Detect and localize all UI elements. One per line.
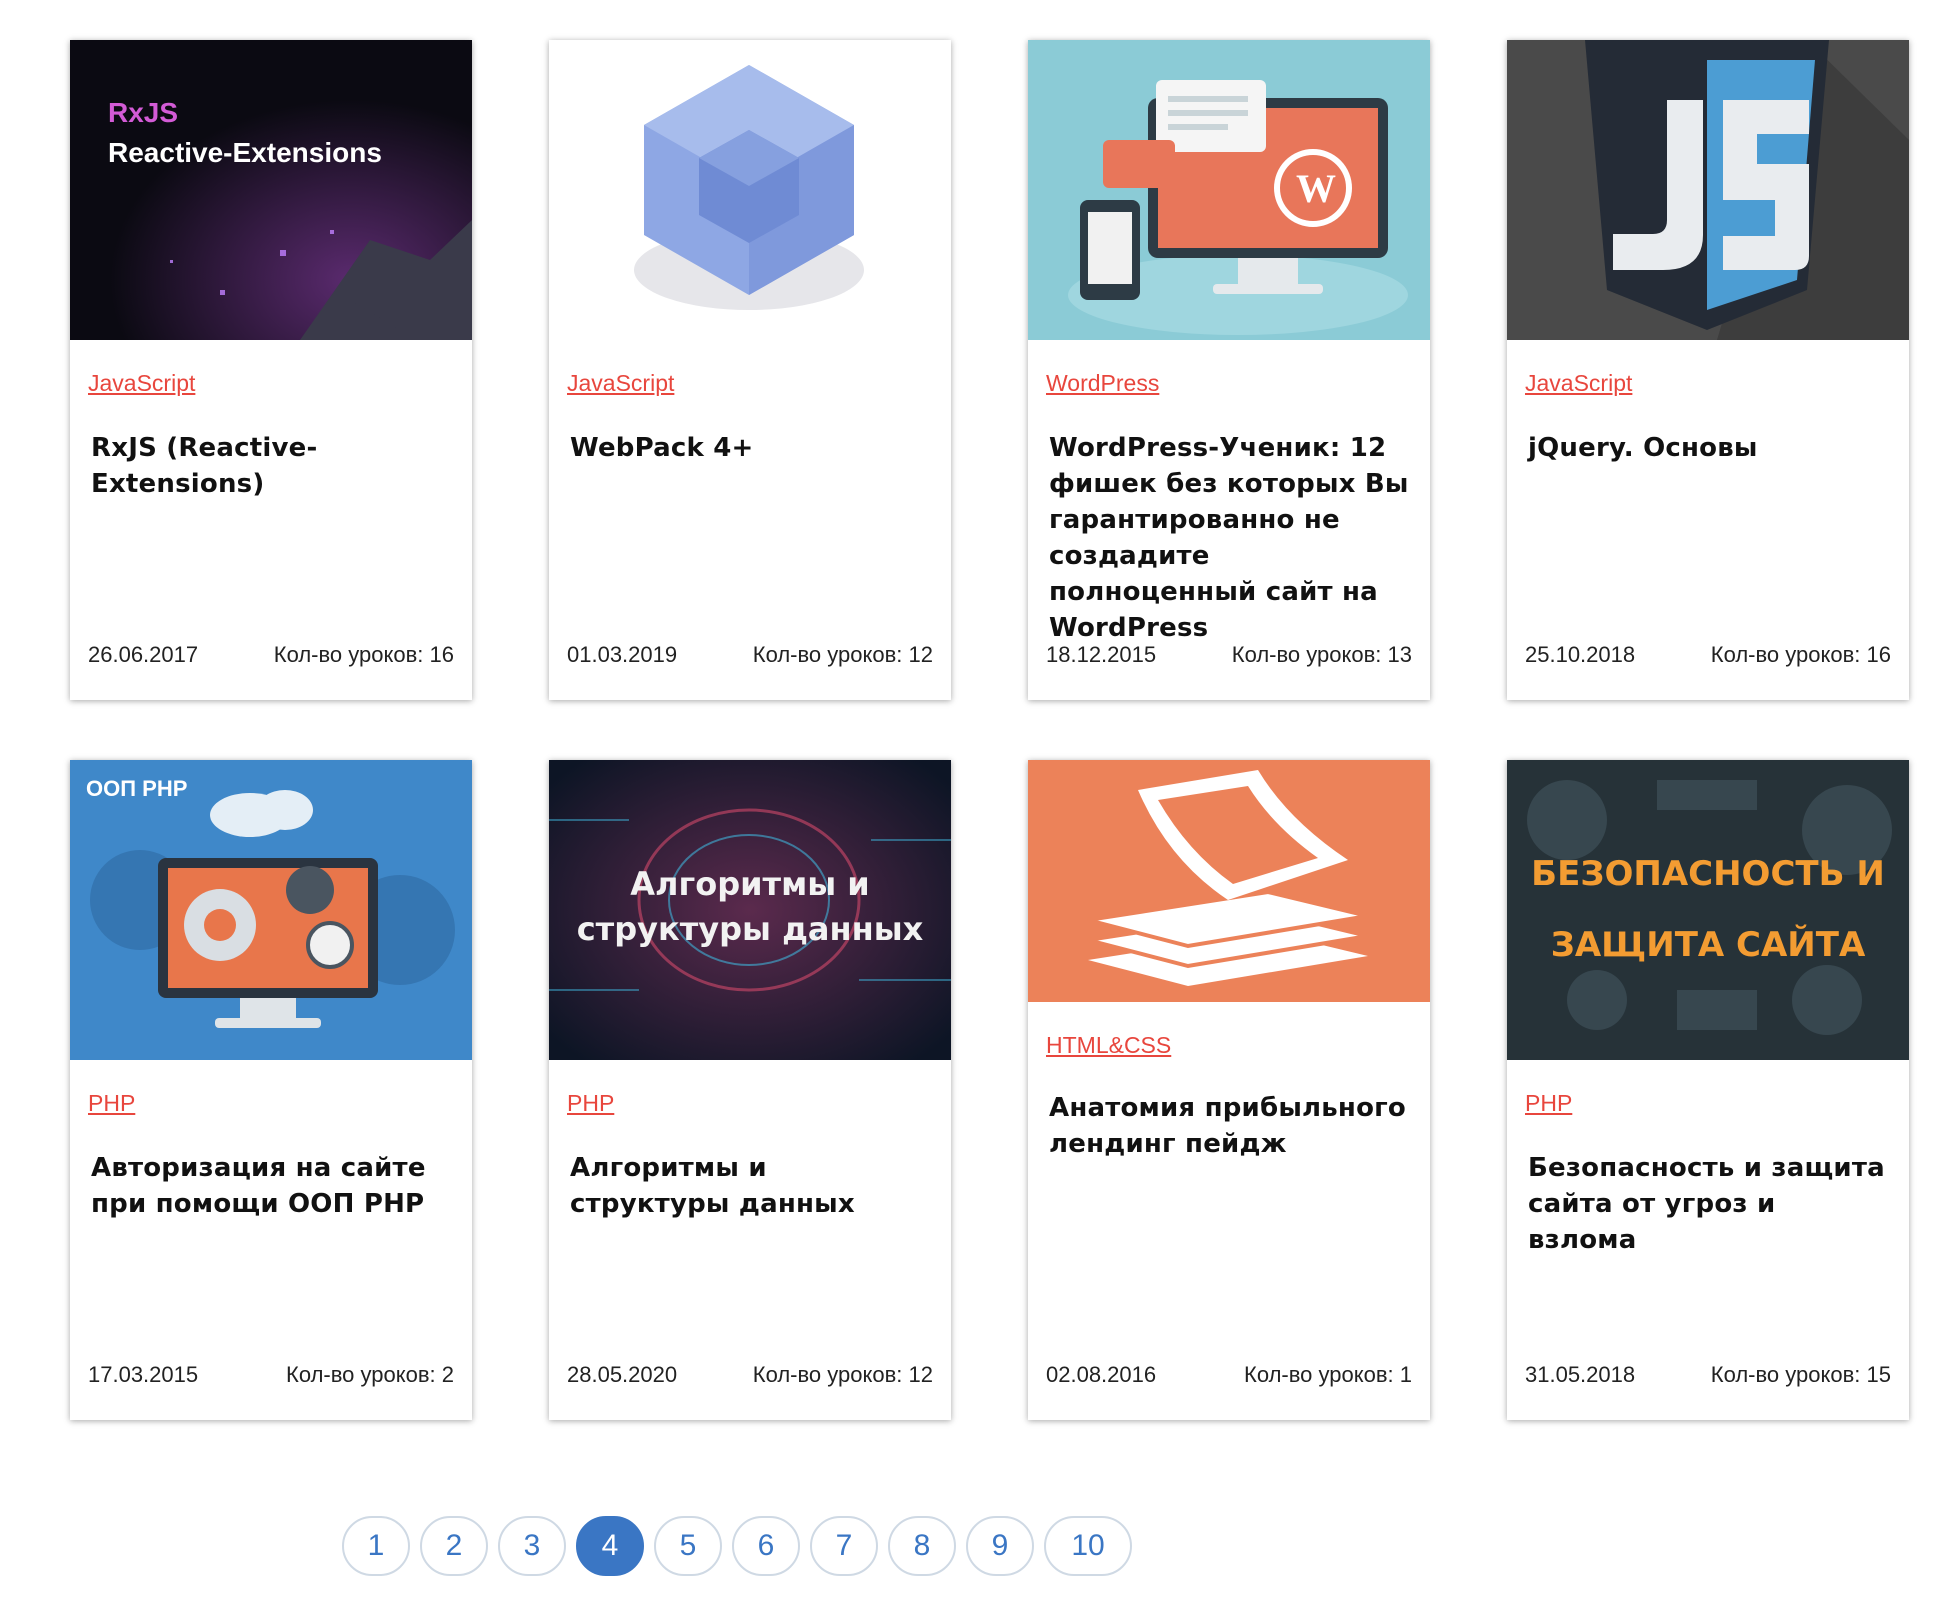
course-date: 26.06.2017 [88,642,199,667]
course-card[interactable]: HTML&CSS Анатомия прибыльного лендинг пе… [1028,760,1430,1420]
page-8-button[interactable]: 8 [888,1516,956,1576]
course-card[interactable]: W WordPress WordPress-Ученик: 12 фишек б… [1028,40,1430,700]
rxjs-cover-image: RxJS Reactive-Extensions [70,40,472,340]
page-3-button[interactable]: 3 [498,1516,566,1576]
course-thumbnail[interactable] [549,40,951,340]
course-title[interactable]: Авторизация на сайте при помощи ООП PHP [91,1150,456,1222]
course-date: 17.03.2015 [88,1362,199,1387]
course-thumbnail[interactable]: ООП PHP [70,760,472,1060]
category-link[interactable]: JavaScript [567,370,674,397]
lesson-count: Кол-во уроков: 15 [1710,1362,1891,1387]
course-date: 28.05.2020 [567,1362,678,1387]
course-title[interactable]: WebPack 4+ [570,430,935,466]
page-6-button[interactable]: 6 [732,1516,800,1576]
category-link[interactable]: JavaScript [1525,370,1632,397]
course-card[interactable]: ООП PHP PHP Авторизация на сайте при пом… [70,760,472,1420]
course-title[interactable]: Безопасность и защита сайта от угроз и в… [1528,1150,1893,1258]
lesson-count: Кол-во уроков: 2 [286,1362,454,1387]
cover-text: RxJS [108,97,178,128]
course-thumbnail[interactable]: RxJS Reactive-Extensions [70,40,472,340]
course-title[interactable]: Анатомия прибыльного лендинг пейдж [1049,1090,1414,1162]
cover-text: структуры данных [577,910,924,948]
category-link[interactable]: PHP [567,1090,614,1117]
webpack-cover-image [549,40,951,340]
category-link[interactable]: PHP [1525,1090,1572,1117]
course-date: 18.12.2015 [1046,642,1157,667]
course-card[interactable]: БЕЗОПАСНОСТЬ И ЗАЩИТА САЙТА PHP Безопасн… [1507,760,1909,1420]
page-4-button-current[interactable]: 4 [576,1516,644,1576]
cover-text: БЕЗОПАСНОСТЬ И [1531,854,1885,894]
course-thumbnail[interactable]: БЕЗОПАСНОСТЬ И ЗАЩИТА САЙТА [1507,760,1909,1060]
lesson-count: Кол-во уроков: 1 [1244,1362,1412,1387]
course-date: 25.10.2018 [1525,642,1636,667]
javascript-cover-image [1507,40,1909,340]
course-card[interactable]: RxJS Reactive-Extensions JavaScript RxJS… [70,40,472,700]
svg-text:W: W [1296,166,1336,211]
lesson-count: Кол-во уроков: 16 [273,642,454,667]
page-7-button[interactable]: 7 [810,1516,878,1576]
course-card[interactable]: Алгоритмы и структуры данных PHP Алгорит… [549,760,951,1420]
wordpress-cover-image: W [1028,40,1430,340]
course-date: 01.03.2019 [567,642,678,667]
oop-php-cover-image: ООП PHP [70,760,472,1060]
course-thumbnail[interactable]: Алгоритмы и структуры данных [549,760,951,1060]
lesson-count: Кол-во уроков: 12 [752,642,933,667]
course-title[interactable]: jQuery. Основы [1528,430,1893,466]
category-link[interactable]: WordPress [1046,370,1159,397]
page-9-button[interactable]: 9 [966,1516,1034,1576]
cover-text: Алгоритмы и [630,865,869,903]
course-title[interactable]: WordPress-Ученик: 12 фишек без которых В… [1049,430,1414,646]
lesson-count: Кол-во уроков: 12 [752,1362,933,1387]
security-cover-image: БЕЗОПАСНОСТЬ И ЗАЩИТА САЙТА [1507,760,1909,1060]
lesson-count: Кол-во уроков: 13 [1231,642,1412,667]
lesson-count: Кол-во уроков: 16 [1710,642,1891,667]
landing-cover-image [1028,760,1430,1002]
algorithms-cover-image: Алгоритмы и структуры данных [549,760,951,1060]
page-1-button[interactable]: 1 [342,1516,410,1576]
page-5-button[interactable]: 5 [654,1516,722,1576]
course-date: 02.08.2016 [1046,1362,1157,1387]
category-link[interactable]: JavaScript [88,370,195,397]
course-date: 31.05.2018 [1525,1362,1636,1387]
page-2-button[interactable]: 2 [420,1516,488,1576]
course-grid: RxJS Reactive-Extensions JavaScript RxJS… [70,40,1910,1420]
pagination: 1 2 3 4 5 6 7 8 9 10 [342,1516,1132,1576]
page-10-button[interactable]: 10 [1044,1516,1132,1576]
course-card[interactable]: JavaScript jQuery. Основы 25.10.2018 Кол… [1507,40,1909,700]
course-title[interactable]: RxJS (Reactive-Extensions) [91,430,456,502]
course-thumbnail[interactable] [1507,40,1909,340]
category-link[interactable]: HTML&CSS [1046,1032,1171,1059]
cover-text: Reactive-Extensions [108,137,382,168]
category-link[interactable]: PHP [88,1090,135,1117]
course-thumbnail[interactable] [1028,760,1430,1002]
course-thumbnail[interactable]: W [1028,40,1430,340]
course-title[interactable]: Алгоритмы и структуры данных [570,1150,935,1222]
course-card[interactable]: JavaScript WebPack 4+ 01.03.2019 Кол-во … [549,40,951,700]
cover-text: ООП PHP [86,776,187,801]
cover-text: ЗАЩИТА САЙТА [1551,924,1866,965]
